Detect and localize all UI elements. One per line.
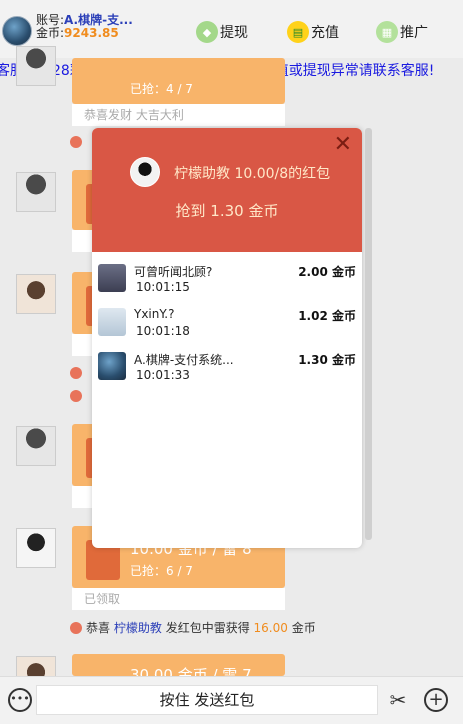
- recharge-label: 充值: [311, 25, 339, 41]
- grab-prefix: 抢到: [175, 202, 206, 220]
- record-avatar: [98, 308, 126, 336]
- grab-amount: 1.30: [210, 202, 244, 220]
- red-packet-detail-popup: ✕ 柠檬助教 10.00/8的红包 抢到 1.30 金币 可曾听闻北顾? 10:…: [92, 128, 362, 548]
- chat-avatar[interactable]: [16, 426, 56, 466]
- popup-title: 柠檬助教 10.00/8的红包: [174, 163, 330, 183]
- promote-label: 推广: [400, 25, 428, 41]
- account-name: A.棋牌-支...: [64, 13, 133, 27]
- record-avatar: [98, 352, 126, 380]
- top-header: 账号:A.棋牌-支... 金币:9243.85 ◆ 提现 ▤ 充值 ▦ 推广: [0, 0, 463, 58]
- promote-icon: ▦: [376, 21, 398, 43]
- chat-avatar[interactable]: [16, 274, 56, 314]
- grab-result: 抢到 1.30 金币: [92, 200, 362, 221]
- record-time: 10:01:33: [136, 368, 190, 382]
- record-name: 可曾听闻北顾?: [134, 265, 213, 279]
- withdraw-icon: ◆: [196, 21, 218, 43]
- notice-icon: [70, 390, 82, 402]
- withdraw-label: 提现: [220, 25, 248, 41]
- notice-amount: 16.00: [253, 621, 288, 635]
- list-item: YxinY.? 10:01:18 1.02 金币: [92, 302, 362, 342]
- notice-unit: 金币: [291, 621, 316, 635]
- tools-icon[interactable]: ✂: [386, 688, 410, 712]
- record-amount: 2.00 金币: [298, 265, 356, 279]
- chat-scrollbar[interactable]: [365, 128, 372, 540]
- notice-icon: [70, 136, 82, 148]
- notice-icon: [70, 622, 82, 634]
- record-name: A.棋牌-支付系统...: [134, 353, 234, 367]
- red-packet-grabbed: 已抢：4 / 7: [130, 82, 193, 96]
- chat-avatar[interactable]: [16, 46, 56, 86]
- recharge-button[interactable]: ▤ 充值: [287, 20, 339, 44]
- chat-avatar[interactable]: [16, 172, 56, 212]
- close-icon[interactable]: ✕: [334, 134, 352, 156]
- notice-middle: 发红包中雷获得: [165, 621, 250, 635]
- coins-value: 9243.85: [64, 26, 119, 40]
- promote-button[interactable]: ▦ 推广: [376, 20, 428, 44]
- record-amount: 1.02 金币: [298, 309, 356, 323]
- notice-icon: [70, 367, 82, 379]
- list-item: A.棋牌-支付系统... 10:01:33 1.30 金币: [92, 346, 362, 386]
- grab-unit: 金币: [248, 202, 279, 220]
- sender-avatar: [130, 157, 160, 187]
- list-item: 可曾听闻北顾? 10:01:15 2.00 金币: [92, 258, 362, 298]
- add-icon[interactable]: +: [424, 688, 448, 712]
- send-red-packet-button[interactable]: 按住 发送红包: [36, 685, 378, 715]
- packet-suffix: 的红包: [288, 166, 331, 182]
- chat-avatar[interactable]: [16, 528, 56, 568]
- record-name: YxinY.?: [134, 307, 175, 321]
- sender-name: 柠檬助教: [174, 166, 230, 182]
- chat-bubble-icon[interactable]: •••: [8, 688, 32, 712]
- user-avatar[interactable]: [2, 16, 32, 46]
- red-packet-grabbed: 已抢：6 / 7: [130, 564, 193, 578]
- system-notice: 恭喜 柠檬助教 发红包中雷获得 16.00 金币: [70, 619, 316, 636]
- account-label: 账号:: [36, 13, 65, 27]
- system-notice: [70, 366, 86, 380]
- notice-user[interactable]: 柠檬助教: [114, 621, 162, 635]
- red-packet-greeting: 恭喜发财 大吉大利: [72, 104, 285, 126]
- red-packet-card[interactable]: 30.00 金币 / 雷 7: [72, 654, 285, 676]
- record-amount: 1.30 金币: [298, 353, 356, 367]
- system-notice: [70, 135, 86, 149]
- popup-header: ✕ 柠檬助教 10.00/8的红包 抢到 1.30 金币: [92, 128, 362, 252]
- record-time: 10:01:15: [136, 280, 190, 294]
- packet-amount: 10.00/8: [234, 166, 289, 182]
- withdraw-button[interactable]: ◆ 提现: [196, 20, 248, 44]
- red-packet-amount: 30.00 金币 / 雷 7: [130, 666, 252, 676]
- red-packet-card[interactable]: 已抢：4 / 7: [72, 58, 285, 104]
- coins-label: 金币:: [36, 26, 65, 40]
- red-packet-status: 已领取: [72, 588, 285, 610]
- notice-prefix: 恭喜: [86, 621, 111, 635]
- account-info: 账号:A.棋牌-支... 金币:9243.85: [36, 14, 133, 40]
- record-time: 10:01:18: [136, 324, 190, 338]
- recharge-icon: ▤: [287, 21, 309, 43]
- record-avatar: [98, 264, 126, 292]
- system-notice: [70, 389, 86, 403]
- bottom-toolbar: ••• 按住 发送红包 ✂ +: [0, 676, 463, 724]
